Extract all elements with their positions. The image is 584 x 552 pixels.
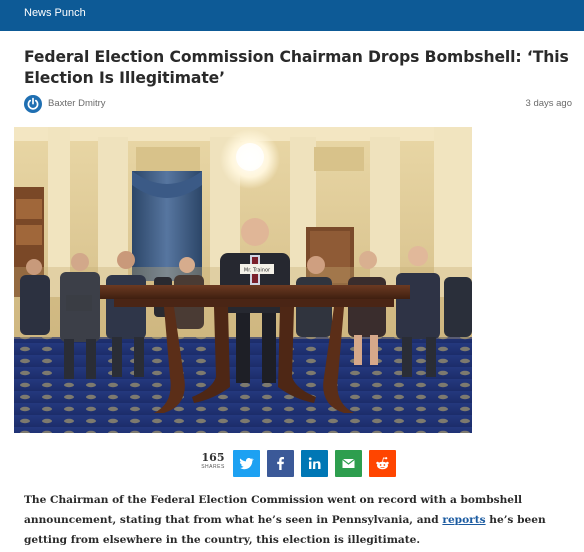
share-count: 165 SHARES	[200, 452, 226, 471]
article-title: Federal Election Commission Chairman Dro…	[24, 48, 569, 87]
author-avatar[interactable]	[24, 95, 42, 113]
witness-nameplate: Mr. Trainor	[244, 268, 271, 274]
reddit-icon	[369, 450, 396, 477]
site-header: News Punch	[0, 0, 584, 31]
linkedin-icon	[301, 450, 328, 477]
author-name[interactable]: Baxter Dmitry	[48, 98, 106, 109]
article-byline: Baxter Dmitry 3 days ago	[24, 94, 572, 114]
hero-image: Mr. Trainor	[14, 127, 472, 433]
email-icon	[335, 450, 362, 477]
share-count-label: SHARES	[201, 464, 225, 470]
reddit-share-button[interactable]	[369, 450, 396, 477]
publish-time: 3 days ago	[525, 98, 572, 109]
twitter-share-button[interactable]	[233, 450, 260, 477]
power-icon	[27, 97, 39, 110]
reports-link[interactable]: reports	[442, 514, 485, 526]
hearing-photo: Mr. Trainor	[14, 127, 472, 433]
facebook-icon	[267, 450, 294, 477]
linkedin-share-button[interactable]	[301, 450, 328, 477]
share-count-number: 165	[201, 451, 225, 464]
twitter-icon	[233, 450, 260, 477]
facebook-share-button[interactable]	[267, 450, 294, 477]
email-share-button[interactable]	[335, 450, 362, 477]
article-lede: The Chairman of the Federal Election Com…	[24, 490, 572, 550]
site-name-link[interactable]: News Punch	[24, 7, 86, 19]
